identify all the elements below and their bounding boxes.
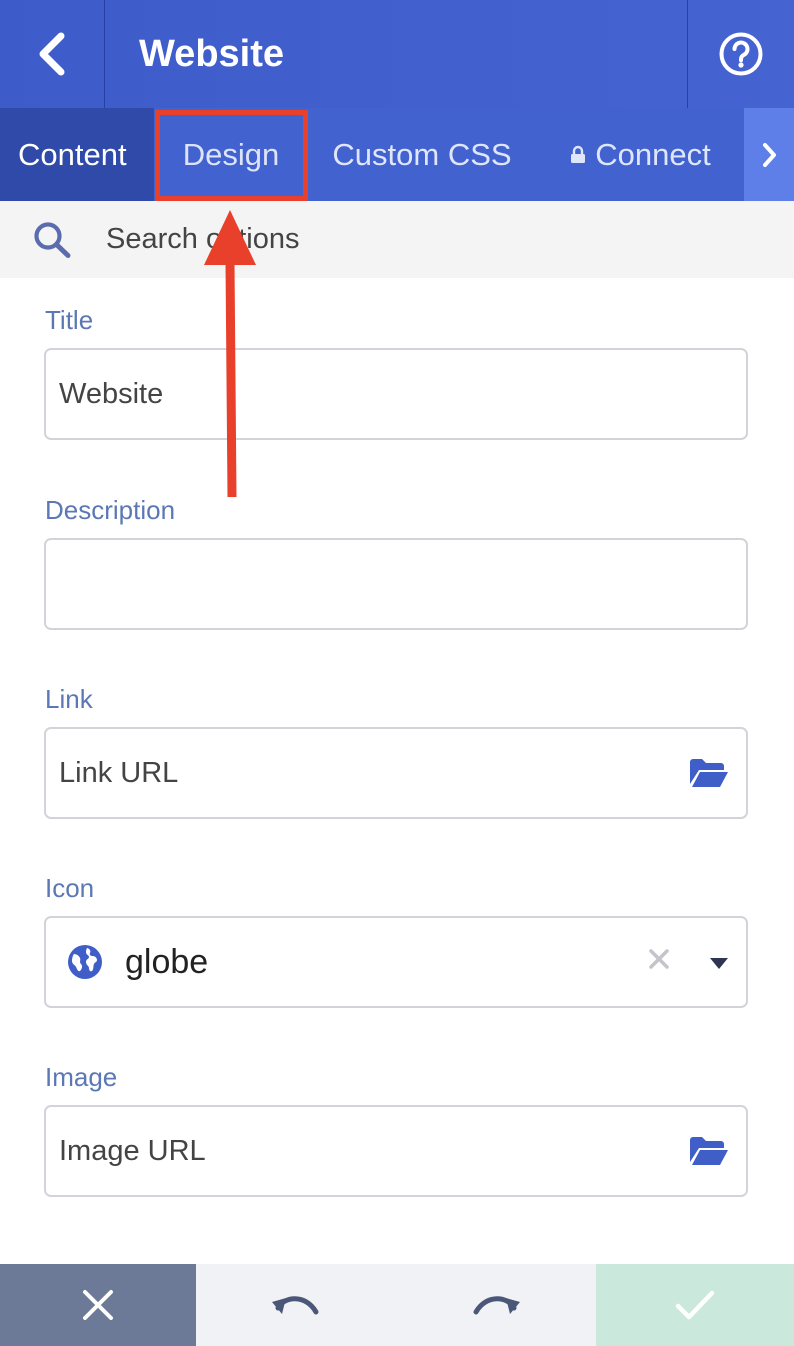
undo-button[interactable] <box>196 1264 396 1346</box>
undo-icon <box>272 1296 319 1315</box>
panel-header: Website <box>0 0 794 108</box>
description-field[interactable] <box>44 538 748 630</box>
save-button[interactable] <box>596 1264 794 1346</box>
image-field[interactable] <box>44 1105 748 1197</box>
chevron-left-icon <box>39 32 65 76</box>
cancel-button[interactable] <box>0 1264 196 1346</box>
tab-content[interactable]: Content <box>0 108 154 201</box>
page-title: Website <box>139 32 285 75</box>
globe-icon <box>68 945 102 979</box>
title-input[interactable] <box>59 377 659 411</box>
tab-design[interactable]: Design <box>154 108 308 201</box>
icon-select-value: globe <box>125 942 209 981</box>
clear-icon[interactable] <box>648 948 670 970</box>
tab-connect[interactable]: Connect <box>536 108 744 201</box>
link-label: Link <box>45 684 93 714</box>
redo-button[interactable] <box>396 1264 596 1346</box>
description-input[interactable] <box>59 567 659 601</box>
check-icon <box>675 1290 715 1320</box>
tab-custom-css[interactable]: Custom CSS <box>308 108 536 201</box>
icon-label: Icon <box>45 873 95 903</box>
search-input[interactable] <box>106 223 706 256</box>
tab-bar: Content Design Custom CSS Connect <box>0 108 794 201</box>
link-field[interactable] <box>44 727 748 819</box>
image-input[interactable] <box>59 1134 659 1168</box>
link-input[interactable] <box>59 756 659 790</box>
help-button[interactable] <box>687 0 794 108</box>
question-circle-icon <box>719 32 763 76</box>
tabs-scroll-right-button[interactable] <box>744 108 794 201</box>
tab-design-label: Design <box>182 136 280 172</box>
folder-open-icon[interactable] <box>688 1135 730 1167</box>
icon-select[interactable]: globe <box>44 916 748 1008</box>
folder-open-icon[interactable] <box>688 757 730 789</box>
footer-bar <box>0 1264 794 1346</box>
close-icon <box>83 1290 113 1320</box>
redo-icon <box>473 1296 520 1315</box>
title-label: Title <box>45 305 94 335</box>
image-label: Image <box>45 1062 118 1092</box>
tab-custom-css-label: Custom CSS <box>332 136 512 172</box>
search-bar <box>0 201 794 278</box>
title-field[interactable] <box>44 348 748 440</box>
caret-down-icon[interactable] <box>710 958 728 969</box>
chevron-right-icon <box>763 142 776 167</box>
description-label: Description <box>45 495 176 525</box>
back-button[interactable] <box>0 0 105 108</box>
lock-icon <box>571 145 586 163</box>
tab-content-label: Content <box>18 136 127 172</box>
search-icon <box>0 220 106 260</box>
tab-connect-label: Connect <box>595 136 711 172</box>
annotation-arrow <box>204 210 256 498</box>
